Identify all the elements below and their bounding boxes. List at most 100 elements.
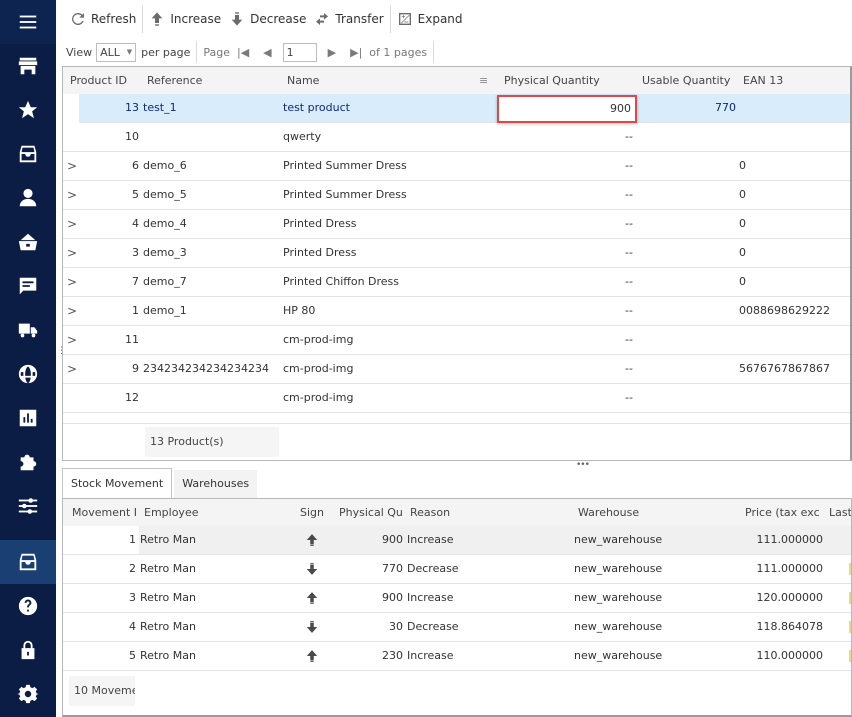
product-row[interactable]: 10 qwerty -- — [63, 123, 850, 152]
pager-separator — [433, 41, 435, 63]
transfer-button[interactable]: Transfer — [310, 6, 387, 32]
page-number-input[interactable]: 1 — [282, 42, 317, 62]
column-header-sign[interactable]: Sign — [300, 499, 324, 526]
sidebar-item-shipping[interactable] — [0, 308, 56, 352]
movement-row[interactable]: 1 Retro Man 900 Increase new_warehouse 111.00… — [63, 526, 851, 555]
next-page-button[interactable]: ▶ — [328, 46, 336, 59]
sidebar-item-messages[interactable] — [0, 264, 56, 308]
column-header-usable-quantity[interactable]: Usable Quantity — [642, 67, 730, 94]
column-header-physical-quantity[interactable]: Physical Qu — [339, 499, 407, 526]
product-row[interactable]: >5 demo_5 Printed Summer Dress -- 0 — [63, 181, 850, 210]
sidebar-item-catalog[interactable] — [0, 220, 56, 264]
arrow-down-icon — [305, 620, 319, 634]
column-header-reference[interactable]: Reference — [147, 67, 202, 94]
products-grid: Product ID Reference Name ≡ Physical Qua… — [62, 66, 852, 461]
movement-row[interactable]: 5 Retro Man 230 Increase new_warehouse 110.00… — [63, 642, 851, 671]
view-label: View — [66, 45, 93, 59]
usable-quantity-cell — [638, 181, 736, 209]
transfer-label: Transfer — [335, 12, 384, 26]
reference-cell — [143, 384, 279, 412]
sidebar-item-help[interactable] — [0, 584, 56, 628]
product-id-cell: 12 — [125, 391, 139, 404]
movement-id-cell: 1 — [63, 526, 139, 554]
reason-cell: Increase — [407, 591, 454, 604]
product-row[interactable]: 13 test_1 test product 900 770 — [79, 94, 850, 123]
pager-separator — [196, 41, 198, 63]
column-header-movement-id[interactable]: Movement I — [72, 499, 140, 526]
product-row[interactable]: >7 demo_7 Printed Chiffon Dress -- 0 — [63, 268, 850, 297]
usable-quantity-cell — [638, 384, 736, 412]
first-page-button[interactable]: |◀ — [237, 46, 249, 59]
product-row[interactable]: 12 cm-prod-img -- — [63, 384, 850, 413]
ean13-cell — [739, 123, 849, 151]
column-header-employee[interactable]: Employee — [144, 499, 198, 526]
refresh-button[interactable]: Refresh — [66, 6, 140, 32]
sidebar-item-customers[interactable] — [0, 176, 56, 220]
column-header-reason[interactable]: Reason — [410, 499, 450, 526]
refresh-label: Refresh — [91, 12, 137, 26]
per-page-select[interactable]: ALL ▼ — [96, 42, 137, 62]
column-header-last[interactable]: Last — [829, 499, 851, 526]
sidebar-item-international[interactable] — [0, 352, 56, 396]
gear-icon — [17, 684, 39, 704]
stock-movement-grid-header: Movement I Employee Sign Physical Qu Rea… — [63, 499, 851, 526]
warehouse-cell: new_warehouse — [574, 620, 663, 633]
physical-quantity-edit-cell[interactable]: 900 — [497, 95, 637, 123]
product-row[interactable]: >11 cm-prod-img -- — [63, 326, 850, 355]
price-cell: 120.000000 — [756, 591, 823, 604]
expand-button[interactable]: Expand — [393, 6, 467, 32]
column-header-ean13[interactable]: EAN 13 — [743, 67, 783, 94]
movement-row[interactable]: 3 Retro Man 900 Increase new_warehouse 120.00… — [63, 584, 851, 613]
horizontal-splitter-handle[interactable]: ••• — [576, 460, 590, 470]
price-cell: 118.864078 — [756, 620, 823, 633]
column-header-price[interactable]: Price (tax excl.) — [745, 499, 819, 526]
product-row[interactable]: >4 demo_4 Printed Dress -- 0 — [63, 210, 850, 239]
toolbar-separator — [389, 5, 391, 33]
movement-row[interactable]: 4 Retro Man 30 Decrease new_warehouse 118.864… — [63, 613, 851, 642]
name-cell: HP 80 — [283, 304, 316, 317]
price-cell: 110.000000 — [756, 649, 823, 662]
sidebar-item-orders[interactable] — [0, 132, 56, 176]
sidebar-item-configuration[interactable] — [0, 672, 56, 716]
tab-stock-movement[interactable]: Stock Movement — [62, 468, 173, 498]
sidebar-item-stats[interactable] — [0, 396, 56, 440]
movement-row[interactable]: 2 Retro Man 770 Decrease new_warehouse 111.00… — [63, 555, 851, 584]
sidebar-item-store[interactable] — [0, 44, 56, 88]
expand-label: Expand — [417, 12, 463, 26]
tab-warehouses[interactable]: Warehouses — [174, 470, 258, 498]
column-header-name[interactable]: Name — [287, 67, 319, 94]
filter-icon[interactable]: ≡ — [479, 67, 488, 94]
last-page-button[interactable]: ▶| — [350, 46, 362, 59]
sidebar-item-settings-sliders[interactable] — [0, 484, 56, 528]
physical-quantity-cell: 30 — [389, 620, 403, 633]
movement-id-cell: 5 — [129, 649, 136, 662]
hamburger-menu-button[interactable] — [0, 0, 56, 44]
product-row[interactable]: >1 demo_1 HP 80 -- 0088698629222 — [63, 297, 850, 326]
arrow-up-icon — [151, 12, 163, 26]
increase-button[interactable]: Increase — [145, 6, 225, 32]
product-row[interactable]: >9 234234234234234234 cm-prod-img -- 5676767… — [63, 355, 850, 384]
sidebar-item-security[interactable] — [0, 628, 56, 672]
product-row[interactable]: >6 demo_6 Printed Summer Dress -- 0 — [63, 152, 850, 181]
physical-quantity-cell: -- — [625, 217, 633, 230]
column-header-physical-quantity[interactable]: Physical Quantity — [504, 67, 600, 94]
warehouse-cell: new_warehouse — [574, 562, 663, 575]
decrease-button[interactable]: Decrease — [225, 6, 310, 32]
sidebar-item-modules[interactable] — [0, 440, 56, 484]
prev-page-button[interactable]: ◀ — [263, 46, 271, 59]
usable-quantity-cell — [638, 355, 736, 383]
usable-quantity-cell — [638, 326, 736, 354]
sidebar-item-stock[interactable] — [0, 540, 56, 584]
column-header-product-id[interactable]: Product ID — [70, 67, 127, 94]
movements-count-footer: 10 Movements — [69, 676, 135, 706]
column-header-warehouse[interactable]: Warehouse — [578, 499, 639, 526]
reference-cell: test_1 — [143, 101, 177, 114]
inbox-icon — [19, 145, 37, 163]
sidebar-item-favorites[interactable] — [0, 88, 56, 132]
product-row[interactable]: >3 demo_3 Printed Dress -- 0 — [63, 239, 850, 268]
reference-cell: demo_7 — [143, 275, 187, 288]
name-cell: Printed Dress — [283, 246, 357, 259]
page-count-label: of 1 pages — [369, 45, 428, 59]
usable-quantity-cell — [638, 239, 736, 267]
ean13-cell: 0088698629222 — [739, 304, 830, 317]
